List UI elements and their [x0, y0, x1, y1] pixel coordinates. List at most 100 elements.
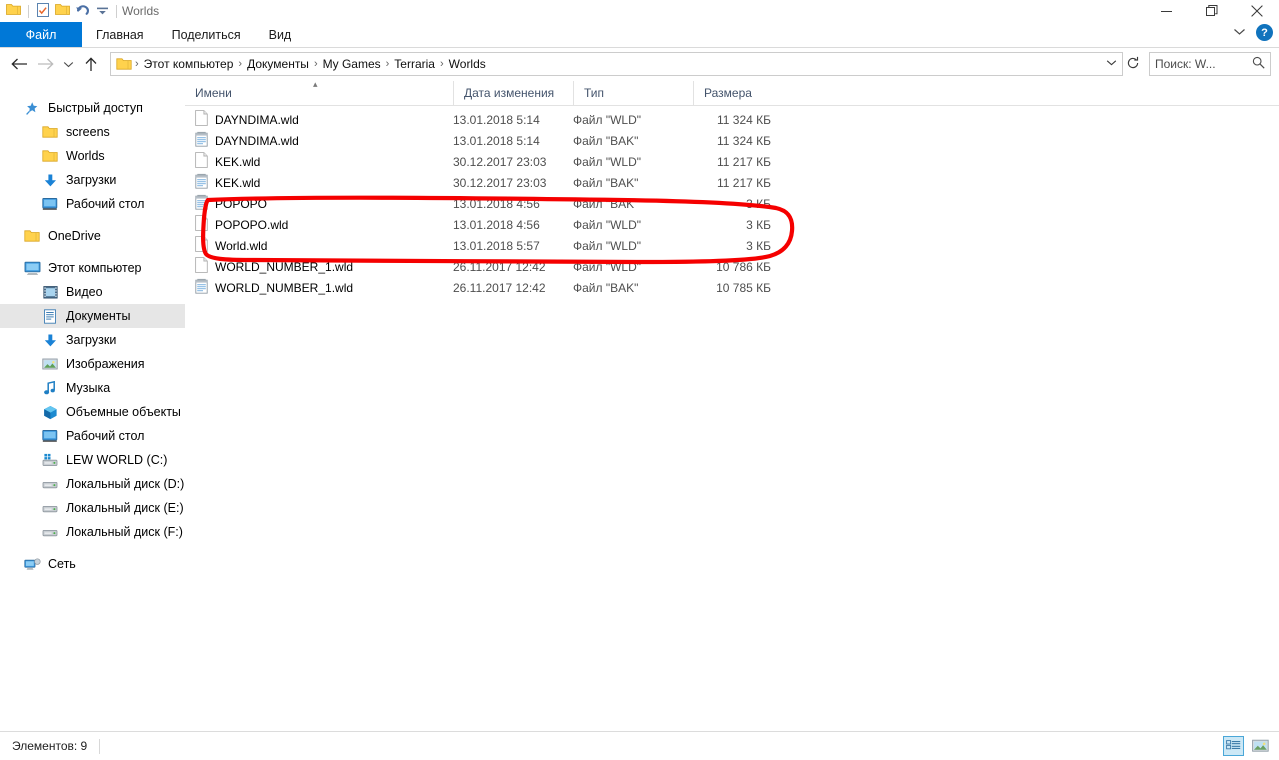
up-button[interactable]	[78, 51, 104, 77]
file-type-cell: Файл "WLD"	[573, 112, 642, 127]
desktop-icon	[40, 429, 60, 443]
sidebar-item-label: Worlds	[66, 149, 105, 163]
documents-icon	[40, 308, 60, 324]
bak-file-icon	[195, 278, 208, 297]
table-row[interactable]: World.wld 13.01.2018 5:57 Файл "WLD" 3 К…	[185, 235, 1279, 256]
close-button[interactable]	[1234, 0, 1279, 22]
file-date-cell: 13.01.2018 4:56	[453, 196, 540, 211]
breadcrumb-folder-icon[interactable]	[116, 57, 132, 71]
folder-icon[interactable]	[6, 3, 21, 19]
wld-file-icon	[195, 152, 208, 171]
table-row[interactable]: POPOPO.wld 13.01.2018 4:56 Файл "WLD" 3 …	[185, 214, 1279, 235]
sidebar-item-label: Загрузки	[66, 173, 117, 187]
table-row[interactable]: KEK.wld 30.12.2017 23:03 Файл "BAK" 11 2…	[185, 172, 1279, 193]
column-header-type[interactable]: Тип	[573, 81, 693, 105]
sidebar-item-label: Объемные объекты	[66, 405, 181, 419]
breadcrumb-item-worlds[interactable]: Worlds	[445, 56, 490, 72]
sort-ascending-icon: ▴	[313, 79, 318, 89]
file-name: DAYNDIMA.wld	[215, 112, 299, 127]
file-type-cell: Файл "WLD"	[573, 259, 642, 274]
breadcrumb-item-my-games[interactable]: My Games	[319, 56, 385, 72]
sidebar-item-3d-objects[interactable]: Объемные объекты	[0, 400, 185, 424]
bak-file-icon	[195, 194, 208, 213]
sidebar-item-videos[interactable]: Видео	[0, 280, 185, 304]
undo-icon[interactable]	[75, 3, 91, 20]
file-list-pane[interactable]: Имени Дата изменения Тип Размера ▴ DAYND…	[185, 80, 1279, 732]
sidebar-item-network[interactable]: Сеть	[0, 552, 185, 576]
tab-file[interactable]: Файл	[0, 22, 82, 47]
file-rows: DAYNDIMA.wld 13.01.2018 5:14 Файл "WLD" …	[185, 106, 1279, 298]
sidebar-item-this-pc[interactable]: Этот компьютер	[0, 256, 185, 280]
large-icons-view-button[interactable]	[1250, 736, 1271, 756]
sidebar-item-downloads-quick[interactable]: Загрузки	[0, 168, 185, 192]
chevron-down-icon[interactable]	[1233, 26, 1246, 40]
star-pin-icon	[22, 101, 42, 116]
sidebar-item-desktop-quick[interactable]: Рабочий стол	[0, 192, 185, 216]
table-row[interactable]: DAYNDIMA.wld 13.01.2018 5:14 Файл "WLD" …	[185, 109, 1279, 130]
refresh-icon[interactable]	[1123, 56, 1143, 73]
search-icon[interactable]	[1252, 56, 1265, 72]
file-name: WORLD_NUMBER_1.wld	[215, 280, 354, 295]
file-type-cell: Файл "BAK"	[573, 133, 639, 148]
this-pc-icon	[22, 261, 42, 276]
forward-button[interactable]	[32, 51, 58, 77]
sidebar-item-drive-e[interactable]: Локальный диск (E:)	[0, 496, 185, 520]
music-icon	[40, 380, 60, 396]
table-row[interactable]: DAYNDIMA.wld 13.01.2018 5:14 Файл "BAK" …	[185, 130, 1279, 151]
file-size-cell: 10 785 КБ	[716, 280, 771, 295]
search-input[interactable]: Поиск: W...	[1149, 52, 1271, 76]
table-row[interactable]: POPOPO 13.01.2018 4:56 Файл "BAK" 3 КБ	[185, 193, 1279, 214]
sidebar-item-onedrive[interactable]: OneDrive	[0, 224, 185, 248]
file-name-cell: POPOPO.wld	[185, 215, 453, 234]
file-name-cell: POPOPO	[185, 194, 453, 213]
properties-icon[interactable]	[36, 2, 50, 20]
column-header-name[interactable]: Имени	[185, 81, 453, 105]
file-type-cell: Файл "WLD"	[573, 154, 642, 169]
table-row[interactable]: WORLD_NUMBER_1.wld 26.11.2017 12:42 Файл…	[185, 256, 1279, 277]
sidebar-item-drive-c[interactable]: LEW WORLD (C:)	[0, 448, 185, 472]
sidebar-item-desktop[interactable]: Рабочий стол	[0, 424, 185, 448]
sidebar-item-drive-d[interactable]: Локальный диск (D:)	[0, 472, 185, 496]
file-name-cell: KEK.wld	[185, 152, 453, 171]
file-date-cell: 13.01.2018 5:57	[453, 238, 540, 253]
file-date-cell: 26.11.2017 12:42	[453, 259, 546, 274]
sidebar-group-gap-2	[0, 248, 185, 256]
new-folder-icon[interactable]	[55, 3, 70, 19]
breadcrumb-item-documents[interactable]: Документы	[243, 56, 313, 72]
file-size-cell: 11 324 КБ	[716, 112, 771, 127]
recent-locations-button[interactable]	[58, 51, 78, 77]
sidebar-item-downloads[interactable]: Загрузки	[0, 328, 185, 352]
breadcrumb-item-terraria[interactable]: Terraria	[390, 56, 439, 72]
tab-home[interactable]: Главная	[82, 22, 158, 47]
sidebar-item-label: Быстрый доступ	[48, 101, 143, 115]
restore-button[interactable]	[1189, 0, 1234, 22]
sidebar-item-worlds[interactable]: Worlds	[0, 144, 185, 168]
back-button[interactable]	[6, 51, 32, 77]
status-bar: Элементов: 9	[0, 731, 1279, 760]
breadcrumb-item-this-pc[interactable]: Этот компьютер	[140, 56, 238, 72]
sidebar-item-label: Локальный диск (E:)	[66, 501, 184, 515]
column-header-size[interactable]: Размера	[693, 81, 775, 105]
sidebar-item-documents[interactable]: Документы	[0, 304, 185, 328]
sidebar-item-pictures[interactable]: Изображения	[0, 352, 185, 376]
address-dropdown-icon[interactable]	[1102, 58, 1120, 70]
tab-share[interactable]: Поделиться	[158, 22, 255, 47]
help-icon[interactable]: ?	[1256, 24, 1273, 41]
network-icon	[22, 557, 42, 572]
table-row[interactable]: KEK.wld 30.12.2017 23:03 Файл "WLD" 11 2…	[185, 151, 1279, 172]
customize-dropdown-icon[interactable]	[96, 4, 109, 19]
sidebar-item-quick-access[interactable]: Быстрый доступ	[0, 96, 185, 120]
folder-icon	[40, 149, 60, 163]
tab-view[interactable]: Вид	[255, 22, 306, 47]
minimize-button[interactable]	[1144, 0, 1189, 22]
sidebar-item-screens[interactable]: screens	[0, 120, 185, 144]
table-row[interactable]: WORLD_NUMBER_1.wld 26.11.2017 12:42 Файл…	[185, 277, 1279, 298]
breadcrumb-bar[interactable]: › Этот компьютер › Документы › My Games …	[110, 52, 1123, 76]
sidebar-item-music[interactable]: Музыка	[0, 376, 185, 400]
column-header-date-modified[interactable]: Дата изменения	[453, 81, 573, 105]
navigation-pane[interactable]: Быстрый доступ screens Worlds Загрузки Р…	[0, 80, 185, 732]
file-name-cell: WORLD_NUMBER_1.wld	[185, 257, 453, 276]
sidebar-item-drive-f[interactable]: Локальный диск (F:)	[0, 520, 185, 544]
drive-icon	[40, 501, 60, 515]
details-view-button[interactable]	[1223, 736, 1244, 756]
